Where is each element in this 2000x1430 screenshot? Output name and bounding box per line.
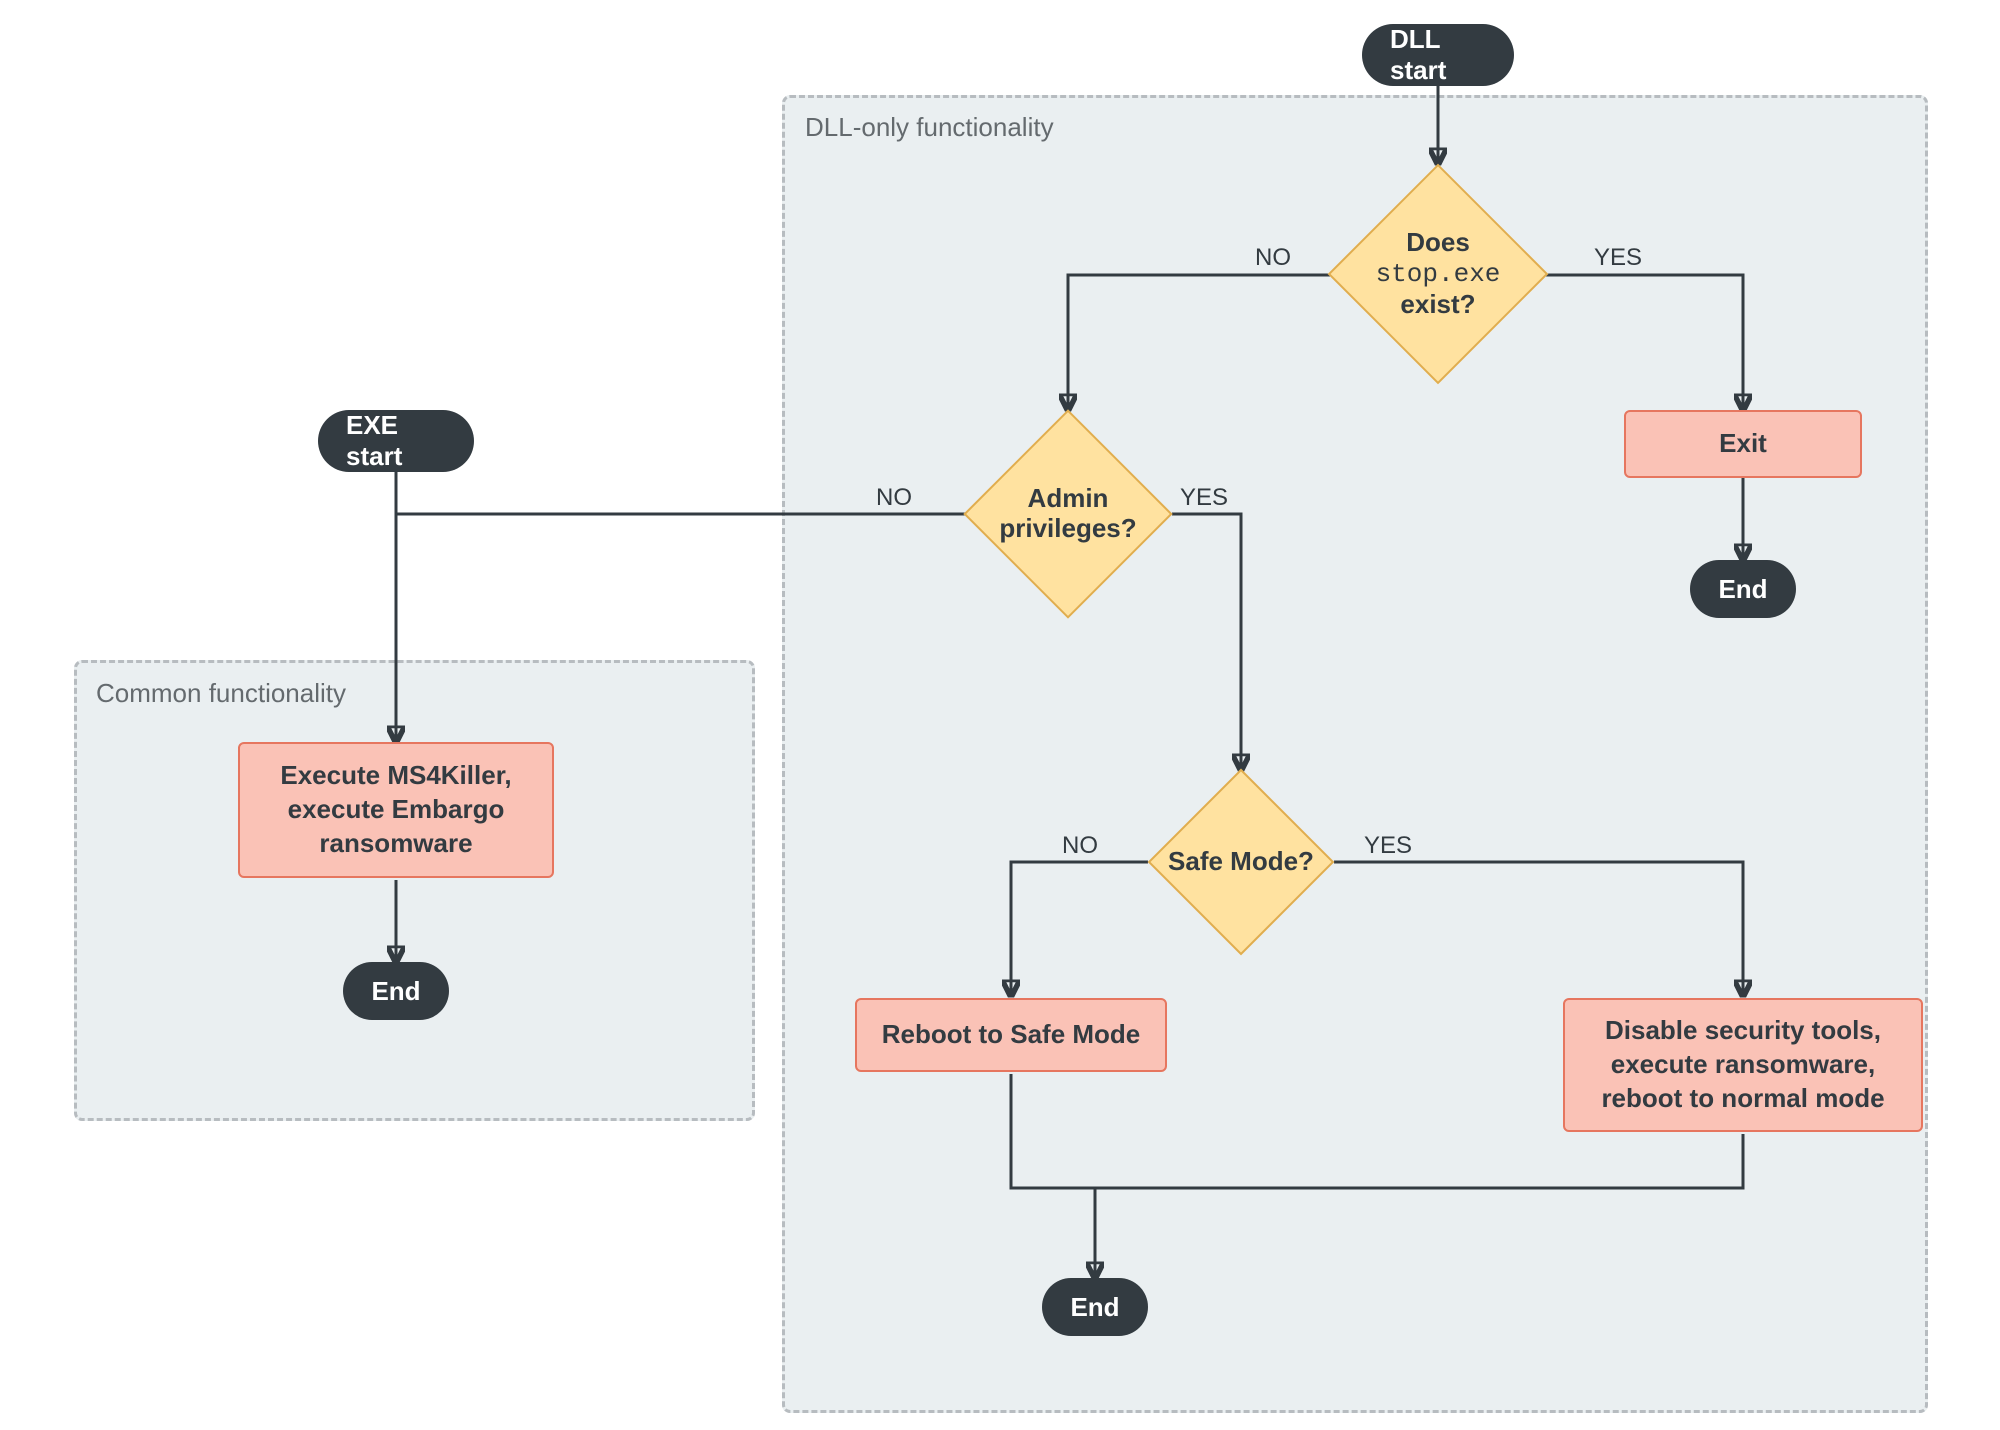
- terminal-end-bottom: End: [1042, 1278, 1148, 1336]
- edges-layer: [0, 0, 2000, 1430]
- terminal-end-common: End: [343, 962, 449, 1020]
- terminal-exe-start: EXE start: [318, 410, 474, 472]
- edge-label-admin-yes: YES: [1180, 484, 1228, 512]
- edge-label-stop-yes: YES: [1594, 244, 1642, 272]
- process-disable-security-tools: Disable security tools, execute ransomwa…: [1563, 998, 1923, 1132]
- process-reboot-safe-mode: Reboot to Safe Mode: [855, 998, 1167, 1072]
- process-execute-ms4killer: Execute MS4Killer, execute Embargo ranso…: [238, 742, 554, 878]
- process-exit: Exit: [1624, 410, 1862, 478]
- decision-safe-mode-label: Safe Mode?: [1155, 776, 1327, 948]
- decision-stop-exe-exist: Does stop.exe exist?: [1360, 196, 1516, 352]
- edge-label-stop-no: NO: [1255, 244, 1291, 272]
- terminal-end-exit: End: [1690, 560, 1796, 618]
- edge-label-safe-no: NO: [1062, 832, 1098, 860]
- decision-safe-mode: Safe Mode?: [1175, 796, 1307, 928]
- edge-label-admin-no: NO: [876, 484, 912, 512]
- decision-stop-exe-exist-label: Does stop.exe exist?: [1337, 173, 1540, 376]
- flowchart-canvas: DLL-only functionality Common functional…: [0, 0, 2000, 1430]
- edge-label-safe-yes: YES: [1364, 832, 1412, 860]
- decision-admin-privileges-label: Admin privileges?: [972, 418, 1164, 610]
- terminal-dll-start: DLL start: [1362, 24, 1514, 86]
- decision-admin-privileges: Admin privileges?: [994, 440, 1142, 588]
